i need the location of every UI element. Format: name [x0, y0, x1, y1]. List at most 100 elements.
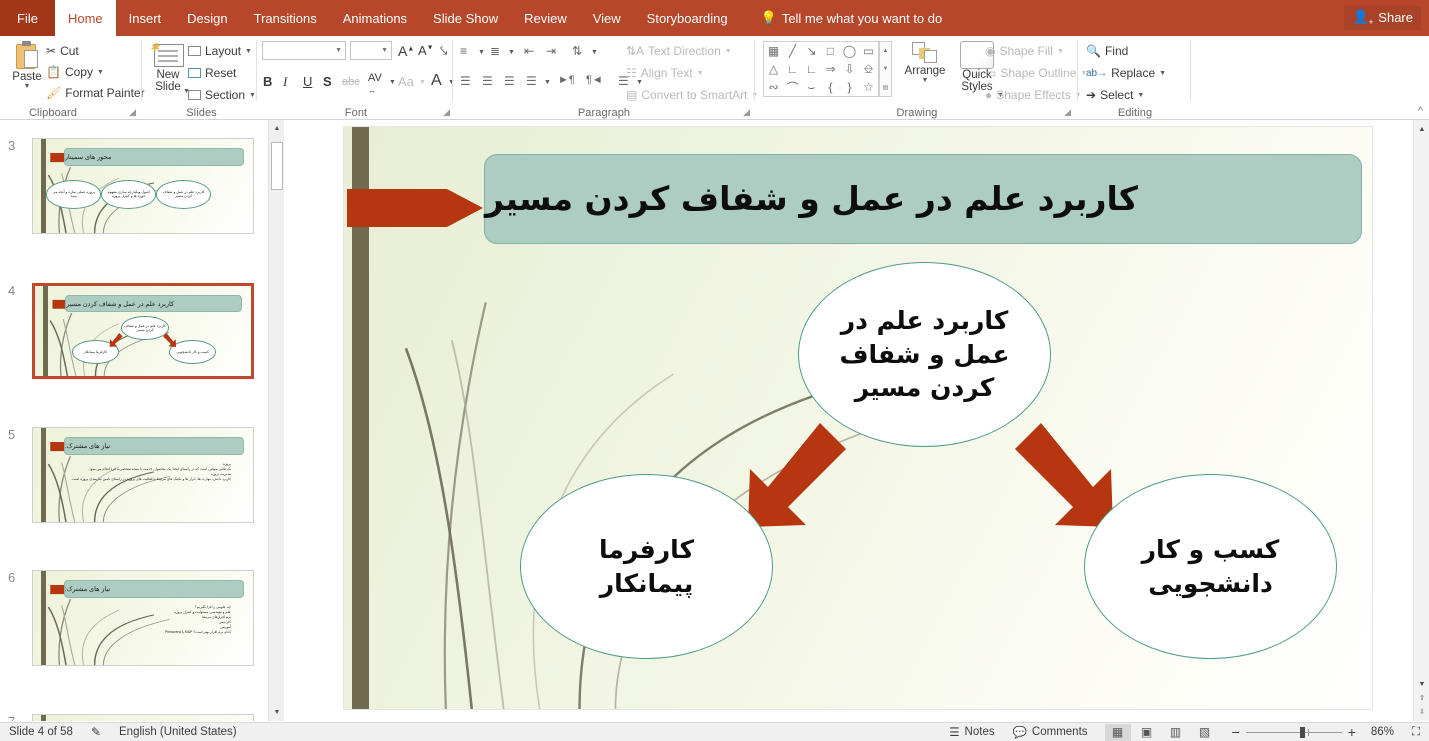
- thumbnail-slide-7[interactable]: [32, 714, 254, 721]
- oval-icon[interactable]: ◯: [840, 42, 859, 60]
- cut-button[interactable]: ✂ Cut: [46, 44, 79, 58]
- line-spacing-button[interactable]: ⇅: [572, 44, 582, 58]
- stage-scroll-up-icon[interactable]: ▲: [1415, 122, 1429, 136]
- paste-dropdown-icon[interactable]: ▼: [24, 83, 31, 90]
- fit-to-window-button[interactable]: ⛶: [1403, 726, 1429, 739]
- new-slide-button[interactable]: ✱ New Slide: [146, 41, 190, 93]
- plus-icon[interactable]: +: [1348, 724, 1356, 740]
- find-button[interactable]: 🔍 Find: [1086, 44, 1128, 58]
- ltr-direction-button[interactable]: ►¶: [558, 74, 575, 86]
- numbering-button[interactable]: ≣: [490, 44, 500, 58]
- shape-fill-button[interactable]: ◉ Shape Fill ▼: [985, 44, 1064, 58]
- align-text-dropdown-icon[interactable]: ▼: [697, 70, 704, 77]
- star-icon[interactable]: ☆: [859, 78, 878, 96]
- right-arrow-icon[interactable]: ⇒: [821, 60, 840, 78]
- tab-storyboarding[interactable]: Storyboarding: [634, 0, 741, 36]
- numbering-dropdown-icon[interactable]: ▼: [508, 49, 515, 56]
- language-status[interactable]: English (United States): [110, 726, 246, 738]
- folded-corner-icon[interactable]: ⎒: [859, 60, 878, 78]
- columns-dropdown-icon[interactable]: ▼: [544, 79, 551, 86]
- thumbnail-slide-6[interactable]: نیاز های مشترک: چه علومی را فرا بگیریم؟ عل…: [32, 570, 254, 666]
- char-spacing-dropdown-icon[interactable]: ▼: [389, 79, 396, 86]
- tab-file[interactable]: File: [0, 0, 55, 36]
- reading-view-icon[interactable]: ▥: [1163, 724, 1189, 741]
- section-button[interactable]: Section ▼: [188, 88, 256, 102]
- arc-icon[interactable]: ⌣: [802, 78, 821, 96]
- slide-counter[interactable]: Slide 4 of 58: [0, 726, 82, 738]
- curve-icon[interactable]: ⌒: [783, 78, 802, 96]
- select-button[interactable]: ➔ Select ▼: [1086, 88, 1144, 102]
- replace-dropdown-icon[interactable]: ▼: [1159, 70, 1166, 77]
- shape-effects-button[interactable]: ● Shape Effects ▼: [985, 88, 1082, 102]
- font-name-input[interactable]: ▼: [262, 41, 346, 60]
- notes-button[interactable]: ☰ Notes: [940, 725, 1003, 739]
- rectangle-icon[interactable]: □: [821, 42, 840, 60]
- arrange-dropdown-icon[interactable]: ▼: [922, 77, 929, 84]
- paste-button[interactable]: Paste ▼: [4, 41, 50, 90]
- line-icon[interactable]: ╱: [783, 42, 802, 60]
- bullets-button[interactable]: ≡: [460, 44, 467, 58]
- line-spacing-dropdown-icon[interactable]: ▼: [591, 49, 598, 56]
- character-spacing-button[interactable]: AV ↔: [368, 72, 382, 96]
- elbow-connector-icon[interactable]: ∟: [783, 60, 802, 78]
- thumbnail-slide-3[interactable]: محور های سمینار کاربرد علم در عمل و شفاف …: [32, 138, 254, 234]
- spellcheck-status[interactable]: ✎: [82, 725, 110, 739]
- layout-button[interactable]: Layout ▼: [188, 44, 252, 58]
- tab-insert[interactable]: Insert: [116, 0, 175, 36]
- stage-scroll-down-icon[interactable]: ▼: [1415, 677, 1429, 691]
- increase-font-size-button[interactable]: A▲: [398, 43, 414, 59]
- zoom-track[interactable]: [1245, 726, 1342, 738]
- slide-title-shape[interactable]: کاربرد علم در عمل و شفاف کردن مسیر: [484, 154, 1362, 244]
- clear-formatting-button[interactable]: ⤥: [440, 43, 447, 59]
- thumbnail-scroll-thumb[interactable]: [271, 142, 283, 190]
- clipboard-dialog-launcher-icon[interactable]: ◢: [129, 107, 136, 118]
- chevron-up-icon[interactable]: ^: [1418, 105, 1423, 117]
- align-right-button[interactable]: ☰: [504, 74, 515, 88]
- decrease-font-size-button[interactable]: A▼: [418, 43, 434, 58]
- down-left-block-arrow-icon[interactable]: [742, 423, 852, 533]
- font-dialog-launcher-icon[interactable]: ◢: [443, 107, 450, 118]
- underline-button[interactable]: U: [303, 74, 312, 89]
- select-dropdown-icon[interactable]: ▼: [1137, 92, 1144, 99]
- tell-me-search[interactable]: 💡 Tell me what you want to do: [751, 0, 953, 36]
- bold-button[interactable]: B: [263, 74, 272, 89]
- replace-button[interactable]: ab→ Replace ▼: [1086, 66, 1166, 80]
- slide-sorter-icon[interactable]: ▣: [1134, 724, 1160, 741]
- copy-dropdown-icon[interactable]: ▼: [97, 69, 104, 76]
- shapes-gallery[interactable]: ▦ ╱ ↘ □ ◯ ▭ △ ∟ ∟ ⇒ ⇩ ⎒ ∾ ⌒ ⌣{} ☆: [763, 41, 879, 97]
- ellipse-bottom-left[interactable]: کارفرما پیمانکار: [520, 474, 773, 659]
- shapes-more-icon[interactable]: ▤: [880, 78, 891, 96]
- text-direction-dropdown-icon[interactable]: ▼: [725, 48, 732, 55]
- strikethrough-button[interactable]: abc: [342, 76, 360, 88]
- tab-slide-show[interactable]: Slide Show: [420, 0, 511, 36]
- left-brace-icon[interactable]: {: [821, 78, 840, 96]
- current-slide-canvas[interactable]: کاربرد علم در عمل و شفاف کردن مسیر کاربر…: [343, 126, 1373, 710]
- justify-button[interactable]: ☰: [526, 74, 537, 88]
- ellipse-top[interactable]: کاربرد علم در عمل و شفاف کردن مسیر: [798, 262, 1051, 447]
- shape-outline-button[interactable]: ▭ Shape Outline ▼: [985, 66, 1087, 80]
- slide-show-icon[interactable]: ▧: [1192, 724, 1218, 741]
- tab-design[interactable]: Design: [174, 0, 240, 36]
- font-color-button[interactable]: A: [431, 72, 442, 90]
- rtl-direction-button[interactable]: ¶◄: [586, 74, 603, 86]
- format-painter-button[interactable]: 🖌 Format Painter: [46, 86, 145, 100]
- columns-caret-icon[interactable]: ▼: [636, 79, 643, 86]
- tab-animations[interactable]: Animations: [330, 0, 420, 36]
- tab-transitions[interactable]: Transitions: [241, 0, 330, 36]
- scribble-icon[interactable]: ∾: [764, 78, 783, 96]
- previous-slide-icon[interactable]: ⇧: [1415, 691, 1429, 705]
- decrease-indent-button[interactable]: ⇤: [524, 44, 534, 58]
- slide-pane-scrollbar[interactable]: ▲ ▼ ⇧ ⇩: [1413, 120, 1429, 721]
- align-center-button[interactable]: ☰: [482, 74, 493, 88]
- thumbnail-slide-5[interactable]: نیاز های مشترک: پروژه یک تلاش موقتی است که…: [32, 427, 254, 523]
- drawing-dialog-launcher-icon[interactable]: ◢: [1064, 107, 1071, 118]
- share-button[interactable]: 👤+ Share: [1344, 6, 1421, 30]
- ellipse-bottom-right[interactable]: کسب و کار دانشجویی: [1084, 474, 1337, 659]
- slide-thumbnail-pane[interactable]: 23محور های سمینارکاربرد علم در عمل و شفا…: [0, 120, 268, 721]
- text-direction-button[interactable]: ⇅A Text Direction ▼: [626, 44, 732, 58]
- bullets-dropdown-icon[interactable]: ▼: [478, 49, 485, 56]
- increase-indent-button[interactable]: ⇥: [546, 44, 556, 58]
- triangle-down-icon[interactable]: ▼: [270, 705, 284, 720]
- zoom-thumb[interactable]: [1299, 726, 1305, 738]
- align-text-button[interactable]: ☷ Align Text ▼: [626, 66, 704, 80]
